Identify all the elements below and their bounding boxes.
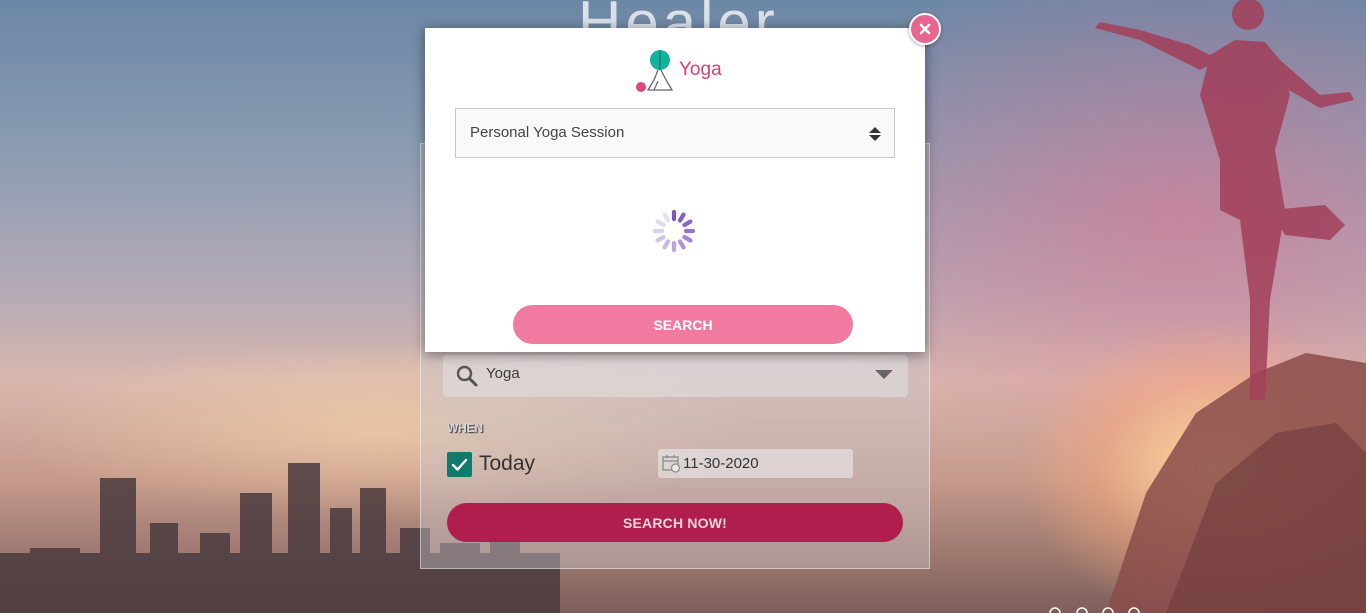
search-now-button[interactable]: SEARCH NOW!: [447, 503, 903, 542]
today-label[interactable]: Today: [479, 452, 535, 476]
modal-brand-title: Yoga: [679, 59, 722, 80]
today-checkbox[interactable]: [447, 452, 472, 477]
date-value: 11-30-2020: [683, 455, 759, 472]
close-icon: [919, 23, 931, 35]
category-select[interactable]: Yoga: [443, 355, 908, 397]
calendar-icon: [662, 455, 681, 473]
session-type-select[interactable]: Personal Yoga Session: [455, 108, 895, 158]
search-icon: [456, 365, 478, 387]
category-select-value: Yoga: [486, 365, 520, 382]
date-input[interactable]: 11-30-2020: [658, 449, 853, 478]
checkmark-icon: [451, 458, 468, 471]
yoga-logo-icon: [636, 50, 674, 92]
yoga-modal: Yoga Personal Yoga Session SEARCH: [425, 28, 925, 352]
carousel-dots: [1049, 607, 1140, 613]
session-type-value: Personal Yoga Session: [470, 124, 625, 141]
loading-spinner-icon: [652, 209, 696, 253]
modal-close-button[interactable]: [909, 13, 941, 45]
modal-search-button[interactable]: SEARCH: [513, 305, 853, 344]
chevron-down-icon: [875, 370, 893, 379]
when-label: WHEN: [447, 421, 483, 435]
yoga-woman-image: [1095, 0, 1354, 400]
updown-arrows-icon: [869, 127, 881, 141]
